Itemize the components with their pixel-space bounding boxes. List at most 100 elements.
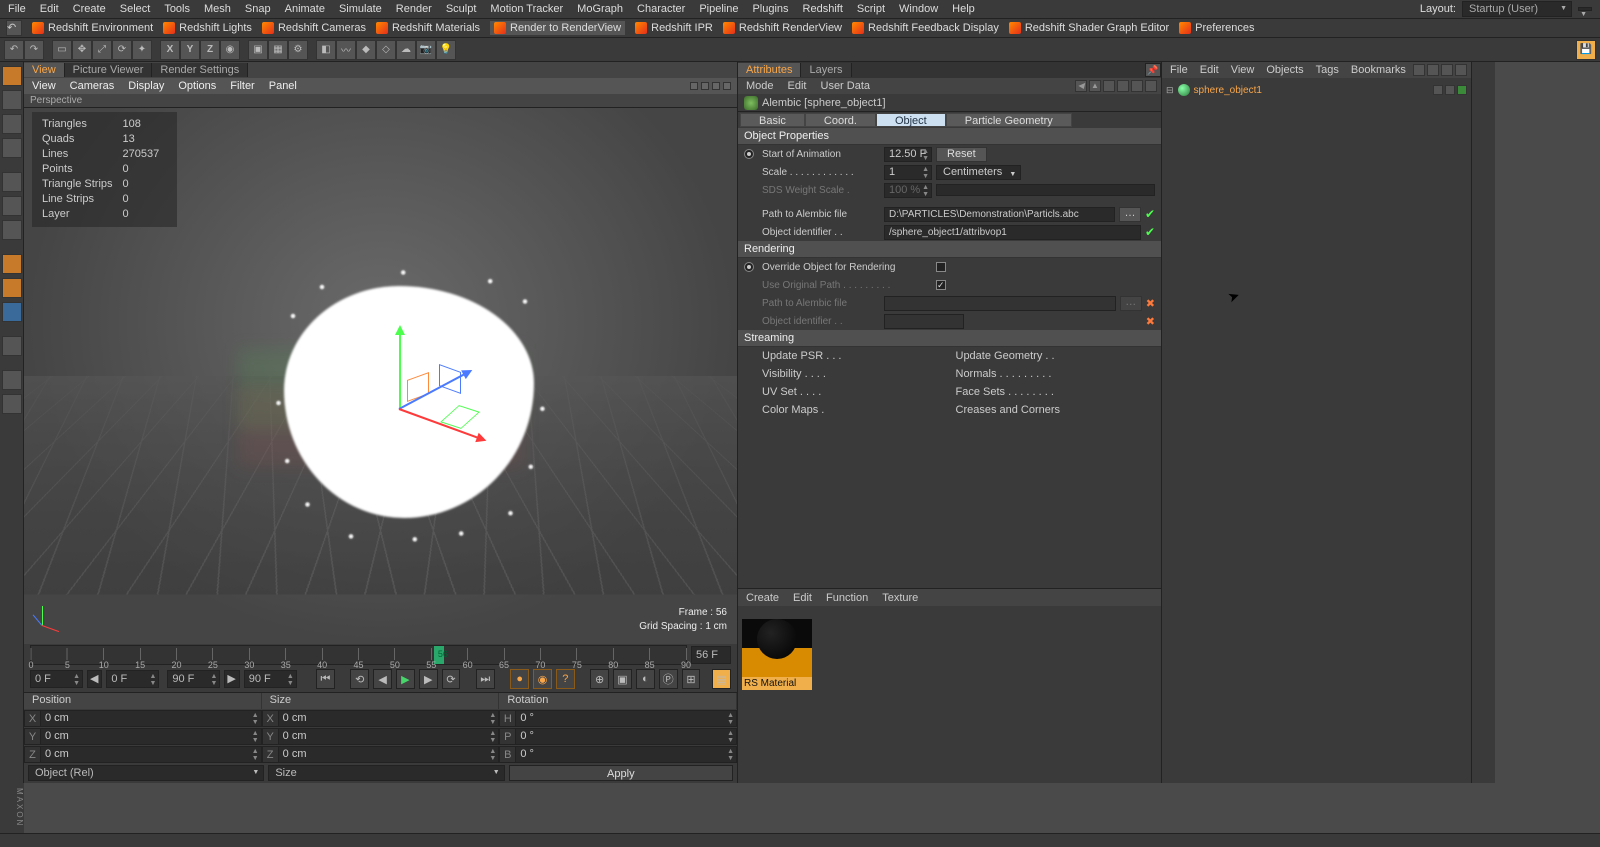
menu-animate[interactable]: Animate bbox=[285, 3, 325, 15]
axis-world-button[interactable]: ◉ bbox=[220, 40, 240, 60]
objmgr-search-icon[interactable] bbox=[1413, 64, 1425, 76]
browse-button[interactable]: … bbox=[1119, 207, 1141, 222]
scale-unit-dropdown[interactable]: Centimeters bbox=[936, 165, 1021, 180]
tool-softsel[interactable] bbox=[2, 302, 22, 322]
reset-button[interactable]: Reset bbox=[936, 147, 987, 162]
render-button[interactable]: ▣ bbox=[248, 40, 268, 60]
shelf-render-renderview[interactable]: Render to RenderView bbox=[490, 21, 625, 35]
objmgr-objects[interactable]: Objects bbox=[1266, 64, 1303, 76]
camera-button[interactable]: 📷 bbox=[416, 40, 436, 60]
menu-simulate[interactable]: Simulate bbox=[339, 3, 382, 15]
rot-p-input[interactable]: 0 °▲▼ bbox=[515, 728, 737, 745]
current-frame-field[interactable]: 56 F bbox=[691, 646, 731, 664]
layout-dropdown[interactable]: Startup (User) bbox=[1462, 1, 1572, 17]
menu-character[interactable]: Character bbox=[637, 3, 685, 15]
tab-view[interactable]: View bbox=[24, 63, 65, 77]
timeline-ruler[interactable]: 56 051015202530354045505560657075808590 bbox=[30, 645, 687, 665]
goto-end-button[interactable]: ⏭ bbox=[476, 669, 495, 689]
axis-y-button[interactable]: Y bbox=[180, 40, 200, 60]
rotate-tool[interactable]: ⟳ bbox=[112, 40, 132, 60]
preview-button[interactable]: ▤ bbox=[712, 669, 731, 689]
menu-mesh[interactable]: Mesh bbox=[204, 3, 231, 15]
objmgr-view[interactable]: View bbox=[1231, 64, 1255, 76]
menu-select[interactable]: Select bbox=[120, 3, 151, 15]
generator-button[interactable]: ◆ bbox=[356, 40, 376, 60]
tool-model[interactable] bbox=[2, 90, 22, 110]
environment-button[interactable]: ☁ bbox=[396, 40, 416, 60]
matmenu-texture[interactable]: Texture bbox=[882, 592, 918, 604]
attrmenu-userdata[interactable]: User Data bbox=[821, 80, 871, 92]
nav-icon1[interactable] bbox=[1103, 80, 1115, 92]
shelf-undo-icon[interactable]: ↶ bbox=[6, 20, 22, 36]
vp-pan-icon[interactable] bbox=[690, 82, 698, 90]
range-marker-button2[interactable]: ▶ bbox=[224, 670, 239, 688]
objmgr-edit[interactable]: Edit bbox=[1200, 64, 1219, 76]
right-sidebar-strip[interactable] bbox=[1471, 62, 1495, 783]
pin-icon[interactable]: 📌 bbox=[1145, 63, 1161, 77]
step-fwd-button[interactable]: ▶ bbox=[419, 669, 438, 689]
step-back-button[interactable]: ◀ bbox=[373, 669, 392, 689]
deformer-button[interactable]: ◇ bbox=[376, 40, 396, 60]
shelf-environment[interactable]: Redshift Environment bbox=[32, 22, 153, 34]
nav-icon4[interactable] bbox=[1145, 80, 1157, 92]
subtab-coord[interactable]: Coord. bbox=[805, 113, 876, 127]
objmgr-filter-icon[interactable] bbox=[1427, 64, 1439, 76]
tree-item-sphere[interactable]: ⊟ sphere_object1 bbox=[1166, 82, 1467, 98]
vp-zoom-icon[interactable] bbox=[701, 82, 709, 90]
tool-points[interactable] bbox=[2, 172, 22, 192]
tool-axis[interactable] bbox=[2, 254, 22, 274]
nav-up-icon[interactable]: ▲ bbox=[1089, 80, 1101, 92]
tree-item-name[interactable]: sphere_object1 bbox=[1194, 85, 1262, 96]
tab-layers[interactable]: Layers bbox=[801, 63, 851, 77]
select-tool[interactable]: ▭ bbox=[52, 40, 72, 60]
key-scale-button[interactable]: ▣ bbox=[613, 669, 632, 689]
menu-edit[interactable]: Edit bbox=[40, 3, 59, 15]
shelf-feedback[interactable]: Redshift Feedback Display bbox=[852, 22, 999, 34]
scale-tool[interactable]: ⤢ bbox=[92, 40, 112, 60]
menu-create[interactable]: Create bbox=[73, 3, 106, 15]
tool-cursor[interactable] bbox=[2, 66, 22, 86]
subtab-particlegeo[interactable]: Particle Geometry bbox=[946, 113, 1072, 127]
objid-input[interactable]: /sphere_object1/attribvop1 bbox=[884, 225, 1141, 240]
pos-y-input[interactable]: 0 cm▲▼ bbox=[40, 728, 262, 745]
objmgr-tags[interactable]: Tags bbox=[1316, 64, 1339, 76]
key-pla-button[interactable]: ⊞ bbox=[682, 669, 701, 689]
objmgr-eye-icon[interactable] bbox=[1441, 64, 1453, 76]
material-swatch[interactable]: RS Material bbox=[742, 619, 812, 690]
viewport[interactable]: Triangles108 Quads13 Lines270537 Points0… bbox=[24, 108, 737, 644]
nav-icon3[interactable] bbox=[1131, 80, 1143, 92]
tool-snap[interactable] bbox=[2, 278, 22, 298]
goto-start-button[interactable]: ⏮ bbox=[316, 669, 335, 689]
tag-check-icon[interactable] bbox=[1457, 85, 1467, 95]
coord-apply-button[interactable]: Apply bbox=[509, 765, 733, 781]
undo-button[interactable]: ↶ bbox=[4, 40, 24, 60]
menu-script[interactable]: Script bbox=[857, 3, 885, 15]
menu-sculpt[interactable]: Sculpt bbox=[446, 3, 477, 15]
shelf-materials[interactable]: Redshift Materials bbox=[376, 22, 480, 34]
menu-snap[interactable]: Snap bbox=[245, 3, 271, 15]
matmenu-edit[interactable]: Edit bbox=[793, 592, 812, 604]
vm-cameras[interactable]: Cameras bbox=[70, 80, 115, 92]
tag-layer-icon[interactable] bbox=[1433, 85, 1443, 95]
material-name-label[interactable]: RS Material bbox=[742, 677, 812, 690]
matmenu-function[interactable]: Function bbox=[826, 592, 868, 604]
rot-b-input[interactable]: 0 °▲▼ bbox=[515, 746, 737, 763]
save-scene-icon[interactable]: 💾 bbox=[1576, 40, 1596, 60]
matmenu-create[interactable]: Create bbox=[746, 592, 779, 604]
loop-button[interactable]: ⟲ bbox=[350, 669, 369, 689]
cube-primitive[interactable]: ◧ bbox=[316, 40, 336, 60]
menu-pipeline[interactable]: Pipeline bbox=[699, 3, 738, 15]
material-manager[interactable]: RS Material bbox=[738, 606, 1161, 783]
shelf-preferences[interactable]: Preferences bbox=[1179, 22, 1254, 34]
subtab-object[interactable]: Object bbox=[876, 113, 946, 127]
key-param-button[interactable]: Ⓟ bbox=[659, 669, 678, 689]
pos-x-input[interactable]: 0 cm▲▼ bbox=[40, 710, 262, 727]
coord-space-dropdown[interactable]: Object (Rel) bbox=[28, 765, 264, 781]
tab-attributes[interactable]: Attributes bbox=[738, 63, 801, 77]
size-x-input[interactable]: 0 cm▲▼ bbox=[278, 710, 500, 727]
key-pos-button[interactable]: ⊕ bbox=[590, 669, 609, 689]
shelf-cameras[interactable]: Redshift Cameras bbox=[262, 22, 366, 34]
gizmo-axis-y[interactable] bbox=[399, 328, 401, 408]
loop2-button[interactable]: ⟳ bbox=[442, 669, 461, 689]
shelf-renderview[interactable]: Redshift RenderView bbox=[723, 22, 842, 34]
